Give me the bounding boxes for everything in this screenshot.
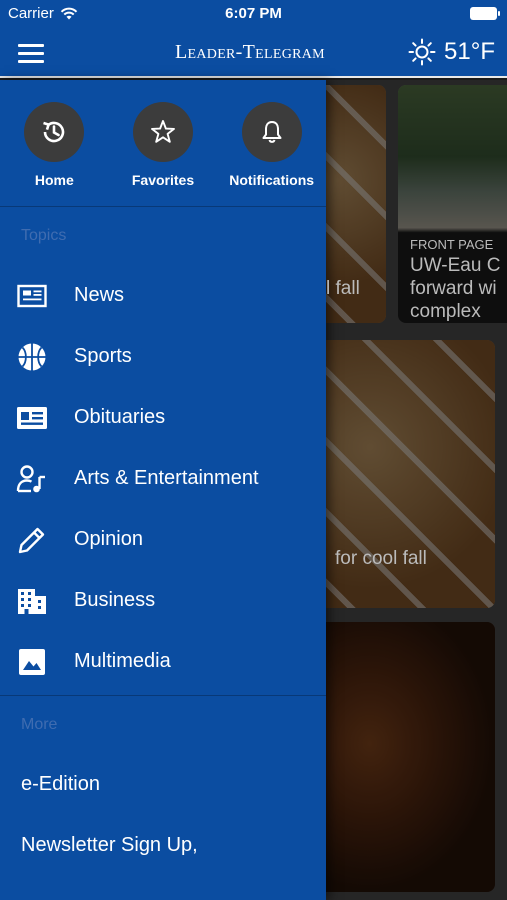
pencil-icon (16, 524, 48, 556)
hamburger-menu-button[interactable] (18, 41, 48, 63)
favorites-link[interactable]: Favorites (113, 102, 213, 206)
article-card[interactable]: for cool fall (326, 340, 495, 608)
article-title-line: UW-Eau C (410, 255, 501, 276)
article-title-line: forward wi (410, 278, 497, 299)
app-header: Leader-Telegram 51°F (0, 28, 507, 78)
sidebar-item-label: Multimedia (74, 650, 171, 672)
notifications-link[interactable]: Notifications (222, 102, 322, 206)
quick-link-label: Notifications (229, 172, 315, 188)
sidebar-item-news[interactable]: News (0, 265, 326, 326)
newspaper-icon (16, 280, 48, 312)
sidebar-item-label: Opinion (74, 528, 143, 550)
sidebar-item-newsletter[interactable]: Newsletter Sign Up, (0, 815, 326, 876)
notifications-icon-circle (241, 102, 302, 162)
article-card[interactable] (326, 622, 495, 892)
clock: 6:07 PM (225, 5, 282, 22)
dim-overlay (326, 622, 495, 892)
basketball-icon (16, 341, 48, 373)
person-music-icon (16, 463, 48, 495)
article-card[interactable]: FRONT PAGE UW-Eau C forward wi complex (398, 85, 507, 323)
sidebar-item-sports[interactable]: Sports (0, 326, 326, 387)
article-card[interactable]: l fall (326, 85, 386, 323)
article-feed: l fall FRONT PAGE UW-Eau C forward wi co… (326, 80, 507, 900)
more-heading: More (21, 716, 58, 733)
id-card-icon (16, 402, 48, 434)
home-link[interactable]: Home (4, 102, 104, 206)
quick-link-label: Home (34, 172, 74, 188)
sidebar-item-multimedia[interactable]: Multimedia (0, 631, 326, 692)
home-icon-circle (24, 102, 85, 162)
sidebar-item-opinion[interactable]: Opinion (0, 509, 326, 570)
sun-icon (408, 38, 436, 66)
temperature: 51°F (444, 38, 495, 65)
sidebar-item-label: News (74, 284, 125, 306)
side-drawer: Home Favorites Notifications Topics News… (0, 80, 326, 900)
sidebar-item-business[interactable]: Business (0, 570, 326, 631)
sidebar-item-label: Business (74, 589, 156, 611)
menu-line (18, 44, 44, 47)
weather-widget[interactable]: 51°F (408, 38, 495, 66)
image-icon (16, 646, 48, 678)
history-icon (43, 121, 65, 143)
sidebar-item-e-edition[interactable]: e-Edition (0, 754, 326, 815)
article-tag: FRONT PAGE (410, 237, 494, 252)
status-bar: Carrier 6:07 PM (0, 0, 507, 28)
menu-line (18, 60, 44, 63)
topics-heading: Topics (21, 227, 67, 244)
quick-links: Home Favorites Notifications (0, 80, 326, 207)
star-icon (151, 120, 175, 143)
sidebar-item-label: Arts & Entertainment (74, 467, 259, 489)
quick-link-label: Favorites (131, 172, 195, 188)
app-logo[interactable]: Leader-Telegram (175, 41, 325, 64)
article-title-fragment: l fall (326, 278, 360, 299)
building-icon (16, 585, 48, 617)
menu-line (18, 52, 44, 55)
sidebar-item-obituaries[interactable]: Obituaries (0, 387, 326, 448)
battery-icon (470, 7, 500, 20)
article-title-fragment: for cool fall (335, 548, 427, 569)
bell-icon (262, 121, 282, 143)
sidebar-item-arts-entertainment[interactable]: Arts & Entertainment (0, 448, 326, 509)
sidebar-item-label: Sports (74, 345, 132, 367)
article-title-line: complex (410, 301, 481, 322)
favorites-icon-circle (132, 102, 193, 162)
sidebar-item-label: Obituaries (74, 406, 166, 428)
